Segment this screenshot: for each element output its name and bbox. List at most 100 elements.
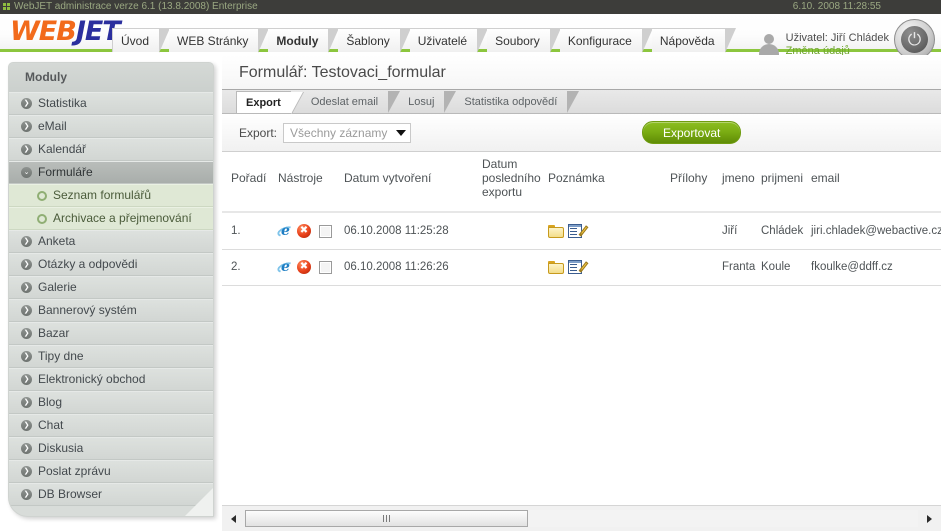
sidebar-item-label: Otázky a odpovědi xyxy=(38,257,138,271)
cell-email: jiri.chladek@webactive.cz xyxy=(807,213,941,250)
col-header-nastroje[interactable]: Nástroje xyxy=(274,153,340,211)
sidebar-item-poslat-zpravu[interactable]: ❯ Poslat zprávu xyxy=(9,460,213,483)
nav-tab-konfigurace[interactable]: Konfigurace xyxy=(559,28,653,53)
edit-note-icon[interactable] xyxy=(568,260,589,274)
sidebar-item-kalendar[interactable]: ❯ Kalendář xyxy=(9,138,213,161)
webjet-admin-window: WebJET administrace verze 6.1 (13.8.2008… xyxy=(0,0,941,531)
sidebar-item-seznam-formularu[interactable]: Seznam formulářů xyxy=(9,184,213,207)
cell-prijmeni: Koule xyxy=(757,249,807,286)
cell-poradi: 1. xyxy=(222,213,274,250)
col-header-jmeno[interactable]: jmeno xyxy=(718,153,757,211)
row-checkbox[interactable] xyxy=(319,260,332,274)
sidebar-item-label: Elektronický obchod xyxy=(38,372,146,386)
tab-losuj[interactable]: Losuj xyxy=(399,91,457,113)
folder-icon[interactable] xyxy=(548,224,564,238)
horizontal-scrollbar[interactable] xyxy=(222,505,941,531)
nav-tab-soubory[interactable]: Soubory xyxy=(487,28,561,53)
scrollbar-thumb[interactable] xyxy=(245,510,528,527)
sidebar-item-otazky-a-odpovedi[interactable]: ❯ Otázky a odpovědi xyxy=(9,253,213,276)
content-tabs: Export Odeslat email Losuj Statistika od… xyxy=(222,90,941,114)
col-header-prilohy[interactable]: Přílohy xyxy=(666,153,718,211)
scroll-right-button[interactable] xyxy=(921,510,938,527)
cell-poradi: 2. xyxy=(222,249,274,286)
sidebar-item-bazar[interactable]: ❯ Bazar xyxy=(9,322,213,345)
sidebar-item-db-browser[interactable]: ❯ DB Browser xyxy=(9,483,213,506)
col-header-poradi[interactable]: Pořadí xyxy=(222,153,274,211)
nav-tab-label: Konfigurace xyxy=(567,34,632,48)
tab-label: Losuj xyxy=(408,96,435,108)
logout-power-button[interactable]: ⏻ xyxy=(894,19,935,60)
col-header-datum-vytvoreni[interactable]: Datum vytvoření xyxy=(340,153,478,211)
tab-export[interactable]: Export xyxy=(236,91,291,113)
row-checkbox[interactable] xyxy=(319,224,332,238)
tab-label: Odeslat email xyxy=(310,96,379,108)
sidebar-item-tipy-dne[interactable]: ❯ Tipy dne xyxy=(9,345,213,368)
export-scope-value: Všechny záznamy xyxy=(290,125,388,140)
delete-red-x-icon[interactable]: ✖ xyxy=(297,224,311,238)
sidebar-item-label: Anketa xyxy=(38,234,76,248)
nav-tab-sablony[interactable]: Šablony xyxy=(338,28,412,53)
cell-poznamka xyxy=(544,213,666,250)
cell-datum-posledniho-exportu xyxy=(478,213,544,250)
tab-label: Export xyxy=(246,97,281,109)
nav-tab-label: WEB Stránky xyxy=(177,34,249,48)
sidebar-item-chat[interactable]: ❯ Chat xyxy=(9,414,213,437)
tab-statistika-odpovedi[interactable]: Statistika odpovědí xyxy=(455,91,580,113)
sidebar-item-galerie[interactable]: ❯ Galerie xyxy=(9,276,213,299)
export-button[interactable]: Exportovat xyxy=(642,121,742,144)
sidebar-item-email[interactable]: ❯ eMail xyxy=(9,115,213,138)
ie-browser-icon[interactable]: e xyxy=(275,223,296,239)
sidebar-item-archivace-prejmenovani[interactable]: Archivace a přejmenování xyxy=(9,207,213,230)
cell-jmeno: Jiří xyxy=(718,213,757,250)
sidebar-item-elektronicky-obchod[interactable]: ❯ Elektronický obchod xyxy=(9,368,213,391)
avatar-icon xyxy=(758,33,780,57)
webjet-logo[interactable]: WEBJET xyxy=(10,16,121,47)
sidebar-item-label: Bannerový systém xyxy=(38,303,137,317)
chevron-right-icon: ❯ xyxy=(21,259,32,270)
nav-tab-label: Soubory xyxy=(495,34,540,48)
table-header-row: Pořadí Nástroje Datum vytvoření Datum po… xyxy=(222,153,941,211)
sidebar-item-diskusia[interactable]: ❯ Diskusia xyxy=(9,437,213,460)
sidebar-item-statistika[interactable]: ❯ Statistika xyxy=(9,92,213,115)
table-row[interactable]: 2. e ✖ 06.10.2008 11:26:26 Franta Koule … xyxy=(222,249,941,286)
edit-note-icon[interactable] xyxy=(568,224,589,238)
scrollbar-track[interactable] xyxy=(245,510,918,527)
sidebar-item-blog[interactable]: ❯ Blog xyxy=(9,391,213,414)
sidebar-item-bannerovy-system[interactable]: ❯ Bannerový systém xyxy=(9,299,213,322)
sidebar-item-anketa[interactable]: ❯ Anketa xyxy=(9,230,213,253)
cell-prilohy xyxy=(666,213,718,250)
chevron-right-icon: ❯ xyxy=(21,282,32,293)
main-content: Formulář: Testovaci_formular Export Odes… xyxy=(222,55,941,531)
cell-datum-vytvoreni: 06.10.2008 11:26:26 xyxy=(340,249,478,286)
sidebar-filler xyxy=(9,506,213,516)
col-header-prijmeni[interactable]: prijmeni xyxy=(757,153,807,211)
chevron-right-icon: ❯ xyxy=(21,466,32,477)
tab-odeslat-email[interactable]: Odeslat email xyxy=(302,91,401,113)
nav-tab-web-stranky[interactable]: WEB Stránky xyxy=(169,28,270,53)
col-header-poznamka[interactable]: Poznámka xyxy=(544,153,666,211)
ie-browser-icon[interactable]: e xyxy=(275,259,296,275)
scroll-left-button[interactable] xyxy=(225,510,242,527)
nav-tab-moduly[interactable]: Moduly xyxy=(268,28,340,53)
app-header: WEBJET Úvod WEB Stránky Moduly Šablony U… xyxy=(0,14,941,60)
sidebar-item-label: Bazar xyxy=(38,326,70,340)
nav-tab-uvod[interactable]: Úvod xyxy=(112,28,171,53)
cell-prilohy xyxy=(666,249,718,286)
chevron-right-icon: ❯ xyxy=(21,351,32,362)
nav-tab-napoveda[interactable]: Nápověda xyxy=(651,28,736,53)
delete-red-x-icon[interactable]: ✖ xyxy=(297,260,311,274)
table-row[interactable]: 1. e ✖ 06.10.2008 11:25:28 Jiří Chládek … xyxy=(222,213,941,250)
folder-icon[interactable] xyxy=(548,260,564,274)
sidebar-panel: Moduly ❯ Statistika ❯ eMail ❯ Kalendář ⌄… xyxy=(8,62,214,517)
export-scope-select[interactable]: Všechny záznamy xyxy=(283,122,412,143)
cell-datum-vytvoreni: 06.10.2008 11:25:28 xyxy=(340,213,478,250)
nav-tab-uzivatele[interactable]: Uživatelé xyxy=(409,28,489,53)
sidebar-item-formulare[interactable]: ⌄ Formuláře xyxy=(9,161,213,184)
col-header-email[interactable]: email xyxy=(807,153,941,211)
sidebar-item-label: Seznam formulářů xyxy=(53,188,152,202)
chevron-right-icon: ❯ xyxy=(21,443,32,454)
power-icon: ⏻ xyxy=(901,26,928,53)
export-toolbar: Export: Všechny záznamy Exportovat xyxy=(222,114,941,152)
chevron-down-icon xyxy=(396,129,407,136)
col-header-datum-posledniho-exportu[interactable]: Datum posledního exportu xyxy=(478,153,544,211)
